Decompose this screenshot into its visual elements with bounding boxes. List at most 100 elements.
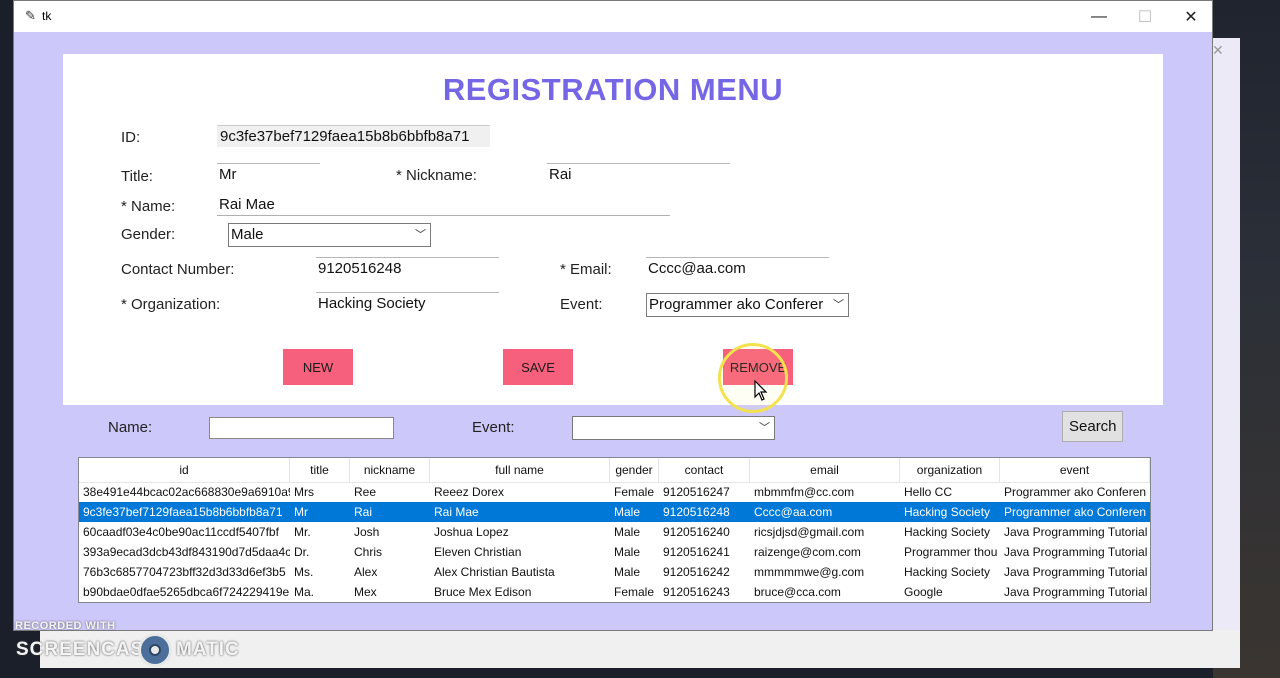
column-header[interactable]: gender (610, 458, 659, 482)
table-cell: 9c3fe37bef7129faea15b8b6bbfb8a71 (83, 505, 283, 519)
contact-field[interactable]: 9120516248 (316, 257, 499, 279)
table-cell: Male (614, 565, 641, 579)
table-cell: 9120516241 (663, 545, 730, 559)
name-field[interactable]: Rai Mae (217, 194, 670, 216)
table-row[interactable]: 76b3c6857704723bff32d3d33d6ef3b5 Ms. Alex A… (79, 562, 1150, 582)
table-cell: 9120516243 (663, 585, 730, 599)
table-row[interactable]: 9c3fe37bef7129faea15b8b6bbfb8a71 Mr Rai Rai… (79, 502, 1150, 522)
table-cell: Male (614, 545, 641, 559)
save-button[interactable]: SAVE (503, 349, 573, 385)
gender-select[interactable]: Male ﹀ (228, 223, 431, 247)
gender-value: Male (231, 226, 264, 243)
table-cell: Female (614, 585, 655, 599)
screencast-logo-icon (138, 633, 172, 667)
column-header[interactable]: email (750, 458, 900, 482)
table-cell: Hacking Society (904, 525, 991, 539)
column-header[interactable]: organization (900, 458, 1000, 482)
table-row[interactable]: b90bdae0dfae5265dbca6f724229419e Ma. Mex Br… (79, 582, 1150, 602)
table-cell: Mex (354, 585, 377, 599)
table-cell: Male (614, 505, 641, 519)
table-cell: Alex Christian Bautista (434, 565, 555, 579)
table-cell: Java Programming Tutorial (1004, 565, 1148, 579)
table-cell: Bruce Mex Edison (434, 585, 532, 599)
registration-panel: REGISTRATION MENU ID: 9c3fe37bef7129faea… (63, 54, 1163, 405)
page-title: REGISTRATION MENU (442, 72, 784, 107)
minimize-icon: — (1091, 7, 1107, 25)
name-label: * Name: (121, 198, 176, 215)
contact-label: Contact Number: (121, 261, 235, 278)
table-cell: Mr. (294, 525, 311, 539)
table-cell: 9120516247 (663, 485, 730, 499)
close-button[interactable]: ✕ (1168, 1, 1214, 32)
chevron-down-icon: ﹀ (759, 422, 770, 434)
table-cell: Hello CC (904, 485, 953, 499)
table-cell: Josh (354, 525, 380, 539)
table-header: id title nickname full name gender contact ema… (79, 458, 1150, 483)
table-row[interactable]: 393a9ecad3dcb43df843190d7d5daa4c Dr. Chris… (79, 542, 1150, 562)
table-cell: Ms. (294, 565, 314, 579)
nickname-field[interactable]: Rai (547, 163, 730, 185)
column-header[interactable]: full name (430, 458, 610, 482)
event-value: Programmer ako Conferer (649, 296, 824, 313)
event-select[interactable]: Programmer ako Conferer ﹀ (646, 293, 849, 317)
table-cell: 9120516242 (663, 565, 730, 579)
id-label: ID: (121, 129, 141, 146)
table-cell: 9120516248 (663, 505, 730, 519)
table-cell: Alex (354, 565, 378, 579)
app-window: ✎ tk — ☐ ✕ REGISTRATION MENU ID: 9c3fe37… (13, 0, 1213, 631)
watermark-recorded: RECORDED WITH (15, 620, 116, 632)
email-field[interactable]: Cccc@aa.com (646, 257, 829, 279)
table-cell: 9120516240 (663, 525, 730, 539)
table-cell: Mrs (294, 485, 314, 499)
table-cell: Rai (354, 505, 373, 519)
column-header[interactable]: event (1000, 458, 1150, 482)
table-row[interactable]: 60caadf03e4c0be90ac11ccdf5407fbf Mr. Josh J… (79, 522, 1150, 542)
gender-label: Gender: (121, 226, 176, 243)
id-field[interactable]: 9c3fe37bef7129faea15b8b6bbfb8a71 (217, 125, 490, 147)
table-cell: Female (614, 485, 655, 499)
search-name-input[interactable] (209, 417, 394, 439)
column-header[interactable]: contact (659, 458, 750, 482)
table-cell: Chris (354, 545, 383, 559)
table-cell: 393a9ecad3dcb43df843190d7d5daa4c (83, 545, 290, 559)
search-button[interactable]: Search (1062, 411, 1123, 442)
chevron-down-icon: ﹀ (415, 229, 426, 241)
new-button[interactable]: NEW (283, 349, 353, 385)
close-icon: ✕ (1184, 8, 1198, 26)
watermark-matic: MATIC (176, 639, 240, 660)
table-cell: mbmmfm@cc.com (754, 485, 855, 499)
mouse-pointer-icon (754, 380, 768, 401)
search-event-select[interactable]: ﹀ (572, 416, 775, 440)
watermark-screencast: SCREENCAST (16, 639, 157, 660)
table-cell: Programmer thou (904, 545, 998, 559)
maximize-button[interactable]: ☐ (1122, 1, 1168, 32)
background-close-icon: ✕ (1212, 42, 1224, 58)
email-label: * Email: (560, 261, 612, 278)
table-row[interactable]: 38e491e44bcac02ac668830e9a6910a9 Mrs Ree Re… (79, 482, 1150, 502)
minimize-button[interactable]: — (1076, 1, 1122, 32)
table-cell: Cccc@aa.com (754, 505, 833, 519)
table-cell: Dr. (294, 545, 310, 559)
title-bar[interactable]: ✎ tk — ☐ ✕ (14, 1, 1212, 32)
tk-feather-icon: ✎ (25, 8, 36, 23)
table-cell: Male (614, 525, 641, 539)
table-cell: 60caadf03e4c0be90ac11ccdf5407fbf (83, 525, 279, 539)
table-cell: Hacking Society (904, 505, 991, 519)
cursor-highlight (718, 343, 788, 413)
organization-field[interactable]: Hacking Society (316, 292, 499, 314)
table-cell: raizenge@com.com (754, 545, 861, 559)
registrations-table[interactable]: id title nickname full name gender contact ema… (78, 457, 1151, 603)
window-title: tk (42, 9, 52, 23)
title-field[interactable]: Mr (217, 163, 320, 185)
table-cell: ricsjdjsd@gmail.com (754, 525, 865, 539)
nickname-label: * Nickname: (396, 167, 477, 184)
table-cell: Ree (354, 485, 377, 499)
column-header[interactable]: nickname (350, 458, 430, 482)
table-cell: Mr (294, 505, 308, 519)
search-name-label: Name: (108, 419, 153, 436)
maximize-icon: ☐ (1137, 8, 1153, 26)
column-header[interactable]: id (79, 458, 290, 482)
column-header[interactable]: title (290, 458, 350, 482)
table-cell: Java Programming Tutorial (1004, 525, 1148, 539)
table-cell: Java Programming Tutorial (1004, 585, 1148, 599)
